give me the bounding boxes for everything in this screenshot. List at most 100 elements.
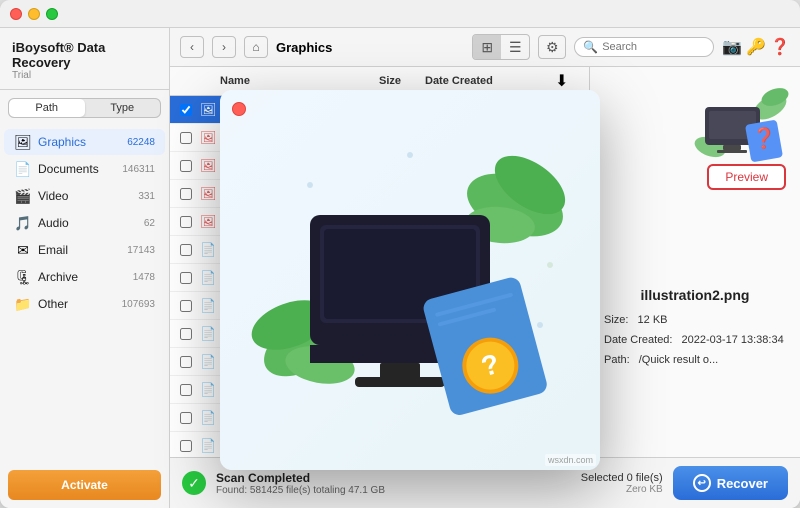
file-checkbox-7[interactable]	[180, 300, 200, 312]
header-action: ⬇	[555, 71, 579, 91]
sidebar-items: 🖼 Graphics 62248 📄 Documents 146311 🎬 Vi…	[0, 124, 169, 462]
selected-info: Selected 0 file(s) Zero KB	[581, 472, 663, 495]
type-tab[interactable]: Type	[85, 99, 161, 117]
activate-button[interactable]: Activate	[8, 470, 161, 500]
maximize-button[interactable]	[46, 8, 58, 20]
preview-image-container: ❓ Preview	[600, 77, 790, 277]
forward-button[interactable]: ›	[212, 36, 236, 58]
view-buttons: ⊞ ☰	[472, 34, 530, 60]
file-checkbox-0[interactable]	[180, 104, 200, 116]
sidebar-label-video: Video	[38, 189, 138, 203]
sidebar-item-other[interactable]: 📁 Other 107693	[4, 291, 165, 317]
recover-button[interactable]: ↩ Recover	[673, 466, 788, 500]
sidebar-count-video: 331	[138, 191, 155, 202]
search-input[interactable]	[602, 41, 705, 53]
sidebar-count-documents: 146311	[122, 164, 155, 175]
file-checkbox-11[interactable]	[180, 412, 200, 424]
preview-path-label: Path:	[604, 354, 630, 366]
preview-button[interactable]: Preview	[707, 164, 786, 190]
search-box: 🔍	[574, 37, 714, 57]
help-icon-button[interactable]: ❓	[770, 37, 790, 57]
preview-size-row: Size: 12 KB	[604, 311, 786, 331]
home-button[interactable]: ⌂	[244, 36, 268, 58]
audio-icon: 🎵	[14, 214, 32, 232]
popup-illustration: ?	[250, 125, 570, 435]
sidebar: iBoysoft® Data Recovery Trial Path Type …	[0, 28, 170, 508]
popup-close-button[interactable]	[232, 102, 246, 116]
sidebar-item-video[interactable]: 🎬 Video 331	[4, 183, 165, 209]
sidebar-item-archive[interactable]: 🗜 Archive 1478	[4, 264, 165, 290]
sidebar-item-audio[interactable]: 🎵 Audio 62	[4, 210, 165, 236]
grid-view-button[interactable]: ⊞	[473, 35, 501, 59]
back-button[interactable]: ‹	[180, 36, 204, 58]
preview-date-value: 2022-03-17 13:38:34	[682, 334, 784, 346]
graphics-icon: 🖼	[14, 133, 32, 151]
file-checkbox-10[interactable]	[180, 384, 200, 396]
preview-path-value: /Quick result o...	[639, 354, 718, 366]
file-checkbox-8[interactable]	[180, 328, 200, 340]
scan-title: Scan Completed	[216, 471, 581, 485]
selected-size: Zero KB	[581, 484, 663, 495]
file-type-icon-0: 🖼	[200, 102, 220, 118]
selected-files: Selected 0 file(s)	[581, 472, 663, 484]
sidebar-count-other: 107693	[122, 299, 155, 310]
sidebar-item-graphics[interactable]: 🖼 Graphics 62248	[4, 129, 165, 155]
file-type-icon-1: 🖼	[200, 130, 220, 146]
path-type-tabs: Path Type	[8, 98, 161, 118]
other-icon: 📁	[14, 295, 32, 313]
section-title: Graphics	[276, 40, 464, 55]
documents-icon: 📄	[14, 160, 32, 178]
file-type-icon-7: 📄	[200, 298, 220, 314]
toolbar-extra-icons: 📷 🔑 ❓	[722, 37, 790, 57]
app-window: iBoysoft® Data Recovery Trial Path Type …	[0, 0, 800, 508]
sidebar-count-audio: 62	[144, 218, 155, 229]
preview-date-label: Date Created:	[604, 334, 672, 346]
scan-info: Scan Completed Found: 581425 file(s) tot…	[216, 471, 581, 496]
preview-size-label: Size:	[604, 314, 628, 326]
sidebar-label-email: Email	[38, 243, 127, 257]
sidebar-item-email[interactable]: ✉ Email 17143	[4, 237, 165, 263]
file-type-icon-8: 📄	[200, 326, 220, 342]
close-button[interactable]	[10, 8, 22, 20]
list-view-button[interactable]: ☰	[501, 35, 529, 59]
preview-panel: ❓ Preview illustration2.png Size: 12 KB …	[590, 67, 800, 457]
preview-filename: illustration2.png	[641, 287, 750, 303]
popup-overlay: ? wsxdn.com	[220, 90, 600, 470]
header-name[interactable]: Name	[220, 75, 355, 87]
file-checkbox-5[interactable]	[180, 244, 200, 256]
sidebar-item-documents[interactable]: 📄 Documents 146311	[4, 156, 165, 182]
file-type-icon-3: 🖼	[200, 186, 220, 202]
path-tab[interactable]: Path	[9, 99, 85, 117]
camera-icon-button[interactable]: 📷	[722, 37, 742, 57]
file-checkbox-4[interactable]	[180, 216, 200, 228]
watermark: wsxdn.com	[545, 454, 596, 466]
recover-label: Recover	[717, 476, 768, 491]
header-size[interactable]: Size	[355, 75, 425, 87]
app-title: iBoysoft® Data Recovery	[12, 40, 157, 70]
search-icon: 🔍	[583, 40, 598, 54]
file-type-icon-10: 📄	[200, 382, 220, 398]
file-checkbox-3[interactable]	[180, 188, 200, 200]
traffic-lights	[10, 8, 58, 20]
header-date[interactable]: Date Created	[425, 75, 555, 87]
file-checkbox-12[interactable]	[180, 440, 200, 452]
file-checkbox-1[interactable]	[180, 132, 200, 144]
toolbar: ‹ › ⌂ Graphics ⊞ ☰ ⚙ 🔍 📷 🔑 ❓	[170, 28, 800, 67]
file-type-icon-11: 📄	[200, 410, 220, 426]
info-icon-button[interactable]: 🔑	[746, 37, 766, 57]
recover-icon: ↩	[693, 474, 711, 492]
preview-size-value: 12 KB	[638, 314, 668, 326]
sidebar-count-graphics: 62248	[127, 137, 155, 148]
file-checkbox-9[interactable]	[180, 356, 200, 368]
archive-icon: 🗜	[14, 268, 32, 286]
file-checkbox-6[interactable]	[180, 272, 200, 284]
file-checkbox-2[interactable]	[180, 160, 200, 172]
app-trial: Trial	[12, 70, 157, 81]
svg-text:❓: ❓	[752, 126, 777, 150]
filter-button[interactable]: ⚙	[538, 35, 566, 59]
sidebar-label-graphics: Graphics	[38, 135, 127, 149]
sidebar-count-email: 17143	[127, 245, 155, 256]
preview-thumbnail-mini: ❓	[690, 77, 790, 177]
minimize-button[interactable]	[28, 8, 40, 20]
sidebar-label-other: Other	[38, 297, 122, 311]
